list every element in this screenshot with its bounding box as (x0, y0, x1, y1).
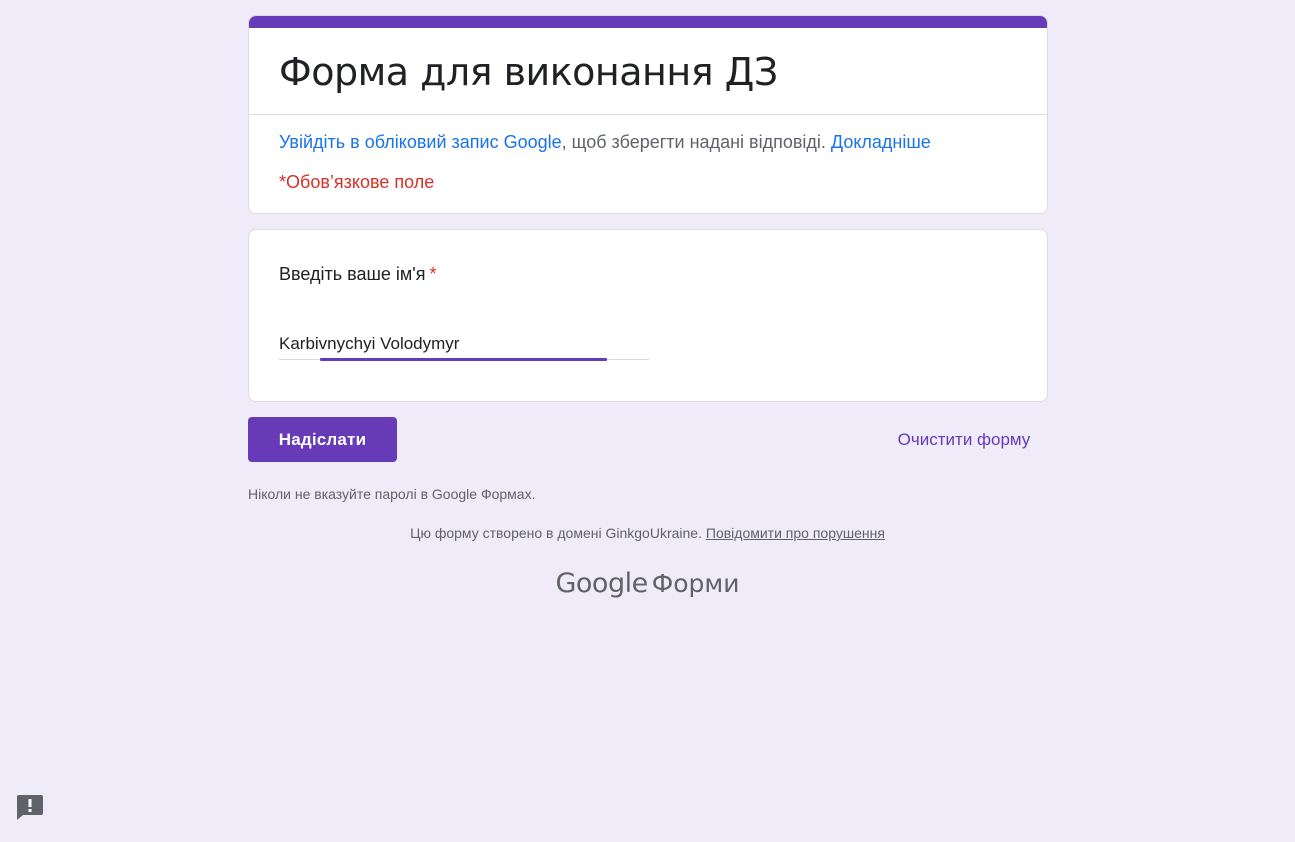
signin-notice: Увійдіть в обліковий запис Google, щоб з… (279, 132, 931, 153)
answer-field (279, 328, 649, 362)
question-label: Введіть ваше ім'я * (279, 264, 437, 285)
submit-button[interactable]: Надіслати (248, 417, 397, 462)
domain-text: Цю форму створено в домені GinkgoUkraine… (410, 525, 702, 541)
form-title: Форма для виконання ДЗ (279, 50, 778, 94)
password-warning: Ніколи не вказуйте паролі в Google Форма… (248, 486, 536, 502)
learn-more-link[interactable]: Докладніше (831, 132, 931, 152)
signin-text: , щоб зберегти надані відповіді. (561, 132, 826, 152)
report-problem-icon[interactable] (16, 794, 44, 820)
header-divider (249, 114, 1047, 115)
required-field-note: *Обов’язкове поле (279, 172, 435, 192)
input-focus-underline (320, 358, 607, 361)
accent-bar (249, 16, 1047, 28)
form-header-card: Форма для виконання ДЗ Увійдіть в обліко… (248, 15, 1048, 214)
clear-form-button[interactable]: Очистити форму (880, 417, 1048, 462)
domain-notice: Цю форму створено в домені GinkgoUkraine… (0, 525, 1295, 541)
logo-product-text: Форми (651, 569, 740, 598)
google-forms-logo[interactable]: Google Форми (0, 568, 1295, 599)
question-card: Введіть ваше ім'я * (248, 229, 1048, 402)
name-input[interactable] (279, 328, 649, 360)
google-form-page: Форма для виконання ДЗ Увійдіть в обліко… (0, 0, 1295, 842)
required-asterisk: * (429, 264, 437, 284)
signin-link[interactable]: Увійдіть в обліковий запис Google (279, 132, 562, 152)
question-text: Введіть ваше ім'я (279, 264, 426, 284)
logo-google-text: Google (555, 568, 648, 599)
report-abuse-link[interactable]: Повідомити про порушення (706, 525, 885, 541)
